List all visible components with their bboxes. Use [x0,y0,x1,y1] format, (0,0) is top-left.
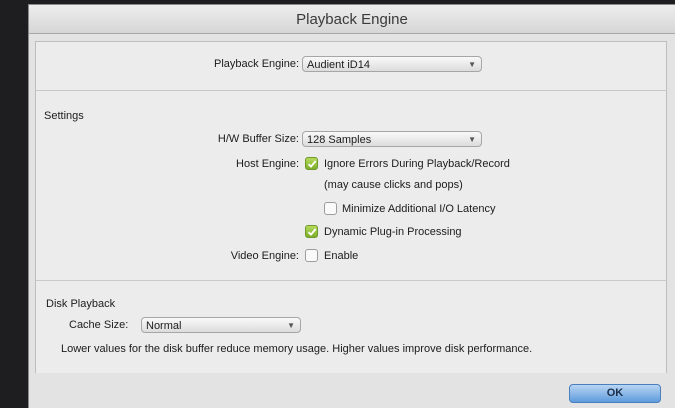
disk-note: Lower values for the disk buffer reduce … [61,343,533,355]
checkmark-icon [307,228,317,236]
buffer-size-select[interactable]: 128 Samples ▼ [302,131,482,147]
video-engine-label: Video Engine: [230,250,299,262]
settings-heading: Settings [44,110,84,122]
video-enable-checkbox[interactable] [305,249,318,262]
chevron-down-icon: ▼ [287,321,295,330]
buffer-size-value: 128 Samples [307,134,372,146]
buffer-size-label: H/W Buffer Size: [217,133,299,145]
chevron-down-icon: ▼ [468,135,476,144]
checkmark-icon [307,160,317,168]
disk-playback-panel: Disk Playback Cache Size: Normal ▼ Lower… [35,280,667,374]
cache-size-label: Cache Size: [69,319,129,331]
dynamic-plugin-label: Dynamic Plug-in Processing [324,226,462,238]
cache-size-value: Normal [146,320,182,332]
video-enable-label: Enable [324,250,359,262]
ok-button[interactable]: OK [569,384,661,403]
host-engine-label: Host Engine: [236,158,299,170]
dialog-footer: OK [35,373,667,408]
dynamic-plugin-checkbox[interactable] [305,225,318,238]
window-title: Playback Engine [29,5,675,34]
ignore-errors-label: Ignore Errors During Playback/Record [324,158,510,170]
engine-select-value: Audient iD14 [307,59,370,71]
disk-playback-heading: Disk Playback [46,298,116,310]
engine-panel: Playback Engine: Audient iD14 ▼ [35,41,667,91]
ignore-errors-note: (may cause clicks and pops) [324,179,463,191]
playback-engine-dialog: Playback Engine Playback Engine: Audient… [29,5,675,408]
engine-select[interactable]: Audient iD14 ▼ [302,56,482,72]
chevron-down-icon: ▼ [468,60,476,69]
cache-size-select[interactable]: Normal ▼ [141,317,301,333]
engine-label: Playback Engine: [214,58,299,70]
settings-panel: Settings H/W Buffer Size: 128 Samples ▼ … [35,90,667,281]
ignore-errors-checkbox[interactable] [305,157,318,170]
minimize-latency-checkbox[interactable] [324,202,337,215]
minimize-latency-label: Minimize Additional I/O Latency [342,203,496,215]
